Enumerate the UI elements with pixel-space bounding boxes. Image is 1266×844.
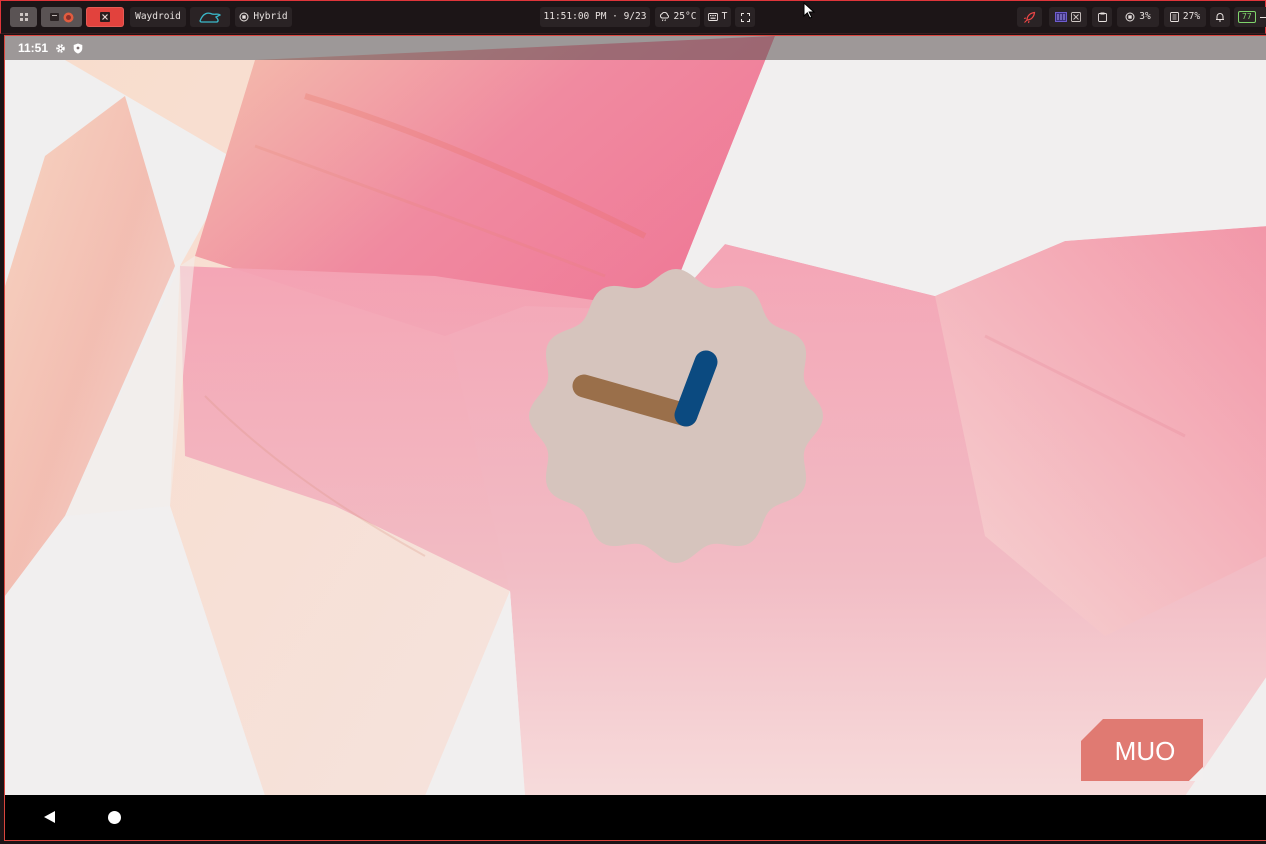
- gpu-mode-icon: [239, 12, 249, 22]
- android-status-bar: 11:51: [5, 36, 1266, 60]
- clipboard-button[interactable]: [1092, 7, 1112, 27]
- fullscreen-toggle-button[interactable]: [735, 7, 755, 27]
- back-triangle-icon[interactable]: [43, 810, 56, 824]
- settings-gear-icon: [55, 43, 66, 54]
- rocket-icon: [1023, 11, 1036, 24]
- close-window-icon: [100, 12, 110, 22]
- system-top-bar: Waydroid Hybrid 11:51:00 PM · 9/23 25°C …: [0, 0, 1266, 34]
- battery-tail-divider: [1259, 16, 1266, 18]
- clock-date[interactable]: 11:51:00 PM · 9/23: [540, 7, 650, 27]
- status-time: 11:51: [18, 41, 49, 55]
- system-tray[interactable]: [1049, 7, 1087, 27]
- distro-logo-icon: [198, 10, 222, 24]
- workspace-1-button[interactable]: [10, 7, 37, 27]
- notifications-button[interactable]: [1210, 7, 1230, 27]
- workspace-3-button-active[interactable]: [86, 7, 124, 27]
- mouse-pointer-icon: [803, 2, 816, 19]
- cpu-icon: [1125, 12, 1135, 22]
- cpu-usage-indicator[interactable]: 3%: [1117, 7, 1159, 27]
- battery-indicator[interactable]: 77: [1234, 7, 1266, 27]
- cloud-rain-icon: [659, 12, 670, 22]
- firefox-app-icon: [63, 12, 74, 23]
- home-circle-button[interactable]: [108, 811, 121, 824]
- terminal-app-icon: [49, 12, 59, 22]
- app-grid-icon: [19, 12, 29, 22]
- android-navigation-bar: [5, 795, 1266, 840]
- svg-text:MUO: MUO: [1115, 736, 1176, 766]
- bluetooth-tray-icon: [1071, 12, 1081, 22]
- active-window-title: Waydroid: [130, 7, 186, 27]
- equalizer-icon: [1055, 12, 1067, 22]
- fullscreen-icon: [740, 12, 750, 22]
- shield-icon: [73, 43, 83, 54]
- memory-usage-indicator[interactable]: 27%: [1164, 7, 1206, 27]
- muo-watermark-logo: MUO: [1081, 719, 1203, 781]
- workspace-2-button[interactable]: [41, 7, 82, 27]
- clipboard-icon: [1097, 12, 1107, 22]
- mode-indicator[interactable]: Hybrid: [235, 7, 292, 27]
- keyboard-layout-indicator[interactable]: T: [704, 7, 731, 27]
- analog-clock-widget[interactable]: [526, 266, 826, 566]
- weather-indicator[interactable]: 25°C: [655, 7, 700, 27]
- battery-icon: 77: [1238, 11, 1256, 23]
- game-mode-button[interactable]: [1017, 7, 1042, 27]
- keyboard-icon: [707, 13, 718, 21]
- waydroid-window: 11:51 MUO: [4, 35, 1266, 841]
- distro-logo-button[interactable]: [190, 7, 230, 27]
- memory-icon: [1169, 12, 1179, 22]
- bell-icon: [1215, 12, 1225, 22]
